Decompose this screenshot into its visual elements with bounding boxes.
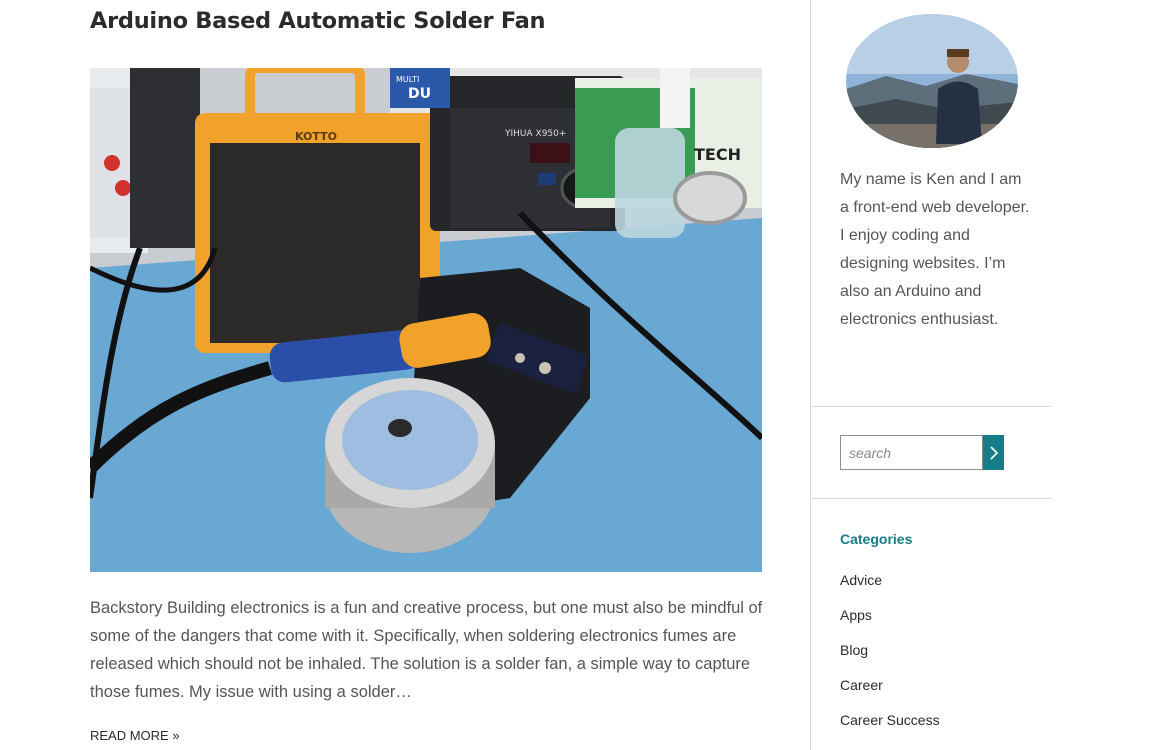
category-list: Advice Apps Blog Career Career Success [840,570,940,745]
category-item: Advice [840,570,940,605]
category-link[interactable]: Blog [840,642,868,658]
svg-text:KOTTO: KOTTO [295,130,337,143]
svg-text:YIHUA X950+: YIHUA X950+ [504,129,566,139]
author-bio: My name is Ken and I am a front-end web … [840,171,1030,328]
read-more-link[interactable]: READ MORE » [90,728,180,743]
sidebar-divider [811,498,1051,499]
svg-text:MULTI: MULTI [396,75,419,84]
svg-text:TECH: TECH [694,145,741,164]
svg-text:DU: DU [408,86,431,102]
category-item: Career [840,675,940,710]
category-link[interactable]: Apps [840,607,872,623]
post-excerpt: Backstory Building electronics is a fun … [90,599,763,701]
search-input[interactable] [840,435,983,470]
sidebar-divider [811,406,1051,407]
chevron-right-icon [989,445,998,460]
category-link[interactable]: Advice [840,572,882,588]
sidebar: My name is Ken and I am a front-end web … [810,0,1051,750]
category-item: Career Success [840,710,940,745]
categories-title: Categories [840,531,913,547]
category-link[interactable]: Career Success [840,712,940,728]
featured-image[interactable]: KOTTO YIHUA X950+ MULTI DU TECH [90,68,762,572]
search-form [840,435,1004,470]
avatar [846,14,1018,148]
search-button[interactable] [983,435,1004,470]
category-link[interactable]: Career [840,677,883,693]
main-content: Arduino Based Automatic Solder Fan KOTTO… [0,0,810,750]
category-item: Apps [840,605,940,640]
category-item: Blog [840,640,940,675]
post-title[interactable]: Arduino Based Automatic Solder Fan [90,8,546,34]
